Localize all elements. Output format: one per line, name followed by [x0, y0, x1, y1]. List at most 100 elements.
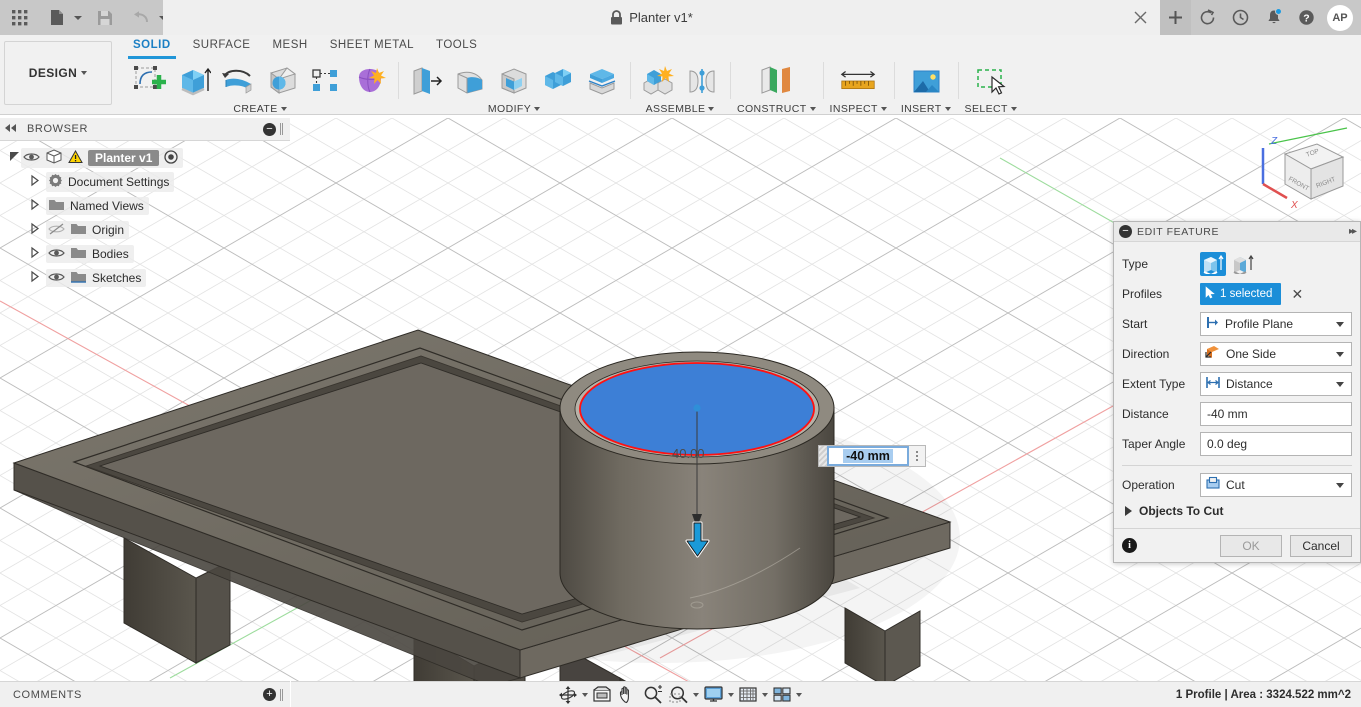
bell-icon[interactable]	[1257, 0, 1290, 35]
form-icon[interactable]	[349, 60, 391, 102]
pan-icon[interactable]	[616, 684, 639, 706]
info-icon[interactable]: i	[1122, 538, 1137, 553]
cancel-button[interactable]: Cancel	[1290, 534, 1352, 557]
split-face-icon[interactable]	[581, 60, 623, 102]
save-icon[interactable]	[91, 3, 119, 32]
tree-item-document-settings[interactable]: Document Settings	[0, 170, 290, 194]
chevron-down-icon[interactable]	[880, 107, 887, 111]
document-tab[interactable]: Planter v1*	[163, 0, 1140, 35]
chevron-down-icon[interactable]	[534, 107, 541, 111]
down-arrow-handle-icon[interactable]	[684, 521, 711, 564]
eye-icon[interactable]	[48, 247, 65, 261]
chevron-down-icon[interactable]	[809, 107, 816, 111]
expand-arrow-icon[interactable]	[28, 198, 41, 214]
tree-item-sketches[interactable]: Sketches	[0, 266, 290, 290]
chevron-down-icon[interactable]	[708, 107, 715, 111]
chevron-down-icon[interactable]	[796, 692, 802, 697]
look-at-icon[interactable]	[590, 684, 614, 706]
offset-plane-icon[interactable]	[755, 60, 797, 102]
type-segmented-control[interactable]	[1200, 252, 1256, 276]
expand-arrow-icon[interactable]	[28, 246, 41, 262]
tree-item-origin[interactable]: Origin	[0, 218, 290, 242]
revolve-icon[interactable]	[217, 60, 259, 102]
create-sketch-icon[interactable]	[129, 60, 171, 102]
tree-item-named-views[interactable]: Named Views	[0, 194, 290, 218]
chevron-down-icon[interactable]	[1336, 381, 1344, 387]
press-pull-icon[interactable]	[405, 60, 447, 102]
pattern-icon[interactable]	[305, 60, 347, 102]
close-tab-button[interactable]	[1120, 0, 1160, 35]
tree-root-row[interactable]: Planter v1	[0, 146, 290, 170]
combine-icon[interactable]	[537, 60, 579, 102]
operation-dropdown[interactable]: Cut	[1200, 473, 1352, 497]
plus-circle-icon[interactable]: +	[263, 688, 276, 701]
minus-circle-icon[interactable]: −	[1119, 225, 1132, 238]
fillet-icon[interactable]	[449, 60, 491, 102]
eye-hidden-icon[interactable]	[48, 223, 65, 237]
start-dropdown[interactable]: Profile Plane	[1200, 312, 1352, 336]
radio-active-icon[interactable]	[164, 149, 179, 167]
panel-header[interactable]: − EDIT FEATURE ▸▸	[1114, 222, 1360, 242]
chevron-down-icon[interactable]	[582, 692, 588, 697]
expand-arrow-root[interactable]	[8, 150, 21, 166]
extrude-profile-icon[interactable]	[1200, 252, 1226, 276]
new-component-icon[interactable]	[637, 60, 679, 102]
panel-resize-grip[interactable]	[280, 123, 286, 135]
chevron-down-icon[interactable]	[944, 107, 951, 111]
extent-type-dropdown[interactable]: Distance	[1200, 372, 1352, 396]
expand-arrow-icon[interactable]	[28, 174, 41, 190]
orbit-icon[interactable]	[556, 684, 580, 706]
new-tab-button[interactable]	[1160, 0, 1191, 35]
undo-icon[interactable]	[128, 3, 156, 32]
view-cube[interactable]: Z X TOP FRONT RIGHT	[1255, 126, 1351, 225]
help-icon[interactable]: ?	[1290, 0, 1323, 35]
chevron-down-icon[interactable]	[693, 692, 699, 697]
refresh-icon[interactable]	[1191, 0, 1224, 35]
tab-sheet-metal[interactable]: SHEET METAL	[319, 35, 425, 57]
zoom-icon[interactable]	[641, 684, 665, 706]
panel-resize-grip[interactable]	[280, 688, 286, 701]
tab-mesh[interactable]: MESH	[261, 35, 318, 57]
double-arrow-right-icon[interactable]: ▸▸	[1349, 226, 1357, 237]
measure-icon[interactable]	[837, 60, 879, 102]
insert-image-icon[interactable]	[905, 60, 947, 102]
dimension-input-widget[interactable]: -40 mm	[818, 445, 926, 467]
chevron-down-icon[interactable]	[1336, 351, 1344, 357]
eye-icon[interactable]	[48, 271, 65, 285]
objects-to-cut-expander[interactable]: Objects To Cut	[1122, 500, 1352, 524]
app-grid-icon[interactable]	[6, 3, 34, 32]
display-settings-icon[interactable]	[701, 684, 726, 706]
sweep-icon[interactable]	[261, 60, 303, 102]
minus-circle-icon[interactable]: −	[263, 122, 276, 136]
profiles-selection-chip[interactable]: 1 selected	[1200, 283, 1282, 305]
select-window-icon[interactable]	[970, 60, 1012, 102]
chevron-down-icon[interactable]	[1336, 482, 1344, 488]
viewports-icon[interactable]	[770, 684, 794, 706]
chevron-down-icon[interactable]	[762, 692, 768, 697]
tab-tools[interactable]: TOOLS	[425, 35, 488, 57]
extrude-icon[interactable]	[173, 60, 215, 102]
extrude-edge-icon[interactable]	[1230, 252, 1256, 276]
chevron-down-icon[interactable]	[280, 107, 287, 111]
chevron-down-icon[interactable]	[1010, 107, 1017, 111]
collapse-left-icon[interactable]	[4, 122, 18, 136]
eye-icon[interactable]	[23, 151, 40, 165]
tab-solid[interactable]: SOLID	[122, 35, 182, 59]
history-icon[interactable]	[1224, 0, 1257, 35]
clear-selection-icon[interactable]: ✕	[1291, 287, 1303, 301]
new-file-icon[interactable]	[43, 3, 71, 32]
chevron-down-icon[interactable]	[728, 692, 734, 697]
new-file-caret-icon[interactable]	[74, 15, 82, 20]
taper-angle-input[interactable]: 0.0 deg	[1200, 432, 1352, 456]
avatar[interactable]: AP	[1327, 4, 1353, 31]
dimension-input-handle[interactable]	[819, 446, 827, 466]
grid-snap-icon[interactable]	[736, 684, 760, 706]
more-options-icon[interactable]	[909, 446, 925, 466]
shell-icon[interactable]	[493, 60, 535, 102]
direction-dropdown[interactable]: One Side	[1200, 342, 1352, 366]
tab-surface[interactable]: SURFACE	[182, 35, 262, 57]
dimension-input-field[interactable]: -40 mm	[827, 446, 909, 466]
joint-icon[interactable]	[681, 60, 723, 102]
chevron-down-icon[interactable]	[1336, 321, 1344, 327]
expand-arrow-icon[interactable]	[28, 222, 41, 238]
